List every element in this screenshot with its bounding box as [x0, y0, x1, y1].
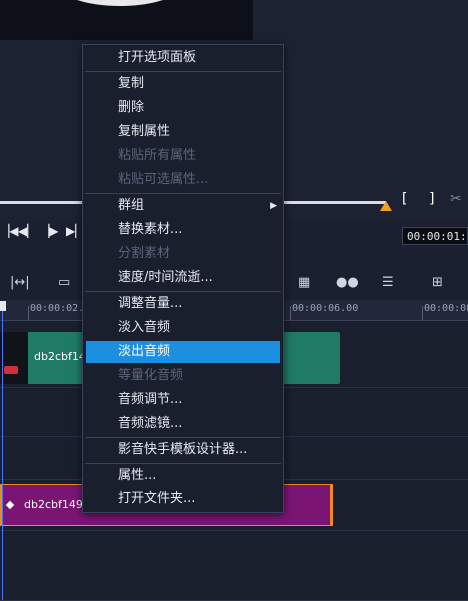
menu-item-copy-attributes[interactable]: 复制属性 — [83, 121, 283, 143]
menu-item-fade-out-audio[interactable]: 淡出音频 — [86, 341, 280, 363]
menu-item-delete[interactable]: 删除 — [83, 97, 283, 119]
menu-item-template-designer[interactable]: 影音快手模板设计器... — [83, 439, 283, 461]
menu-item-group[interactable]: 群组 ▶ — [83, 195, 283, 217]
menu-item-open-folder[interactable]: 打开文件夹... — [83, 488, 283, 510]
menu-separator — [85, 291, 281, 292]
menu-item-open-options[interactable]: 打开选项面板 — [83, 47, 283, 69]
menu-item-speed-time-lapse[interactable]: 速度/时间流逝... — [83, 267, 283, 289]
menu-item-adjust-volume[interactable]: 调整音量... — [83, 293, 283, 315]
menu-item-paste-selectable-attributes: 粘贴可选属性... — [118, 172, 209, 187]
video-clip-label: db2cbf14 — [34, 350, 86, 363]
mark-out-button[interactable]: ] — [428, 191, 436, 207]
prev-icon[interactable]: ▕◀ — [0, 224, 18, 238]
step-forward-icon[interactable]: ▕▶ — [40, 224, 58, 238]
submenu-arrow-icon: ▶ — [270, 201, 277, 211]
menu-item-split-clip: 分割素材 — [118, 246, 171, 261]
step-back-icon[interactable]: ◀▏ — [18, 224, 36, 238]
ruler-tick — [290, 306, 291, 320]
menu-item-copy[interactable]: 复制 — [83, 73, 283, 95]
fit-project-icon[interactable]: |↔| — [10, 275, 30, 290]
menu-item-properties[interactable]: 属性... — [83, 465, 283, 487]
scrub-handle[interactable] — [380, 201, 392, 211]
timecode-display[interactable]: 00:00:01:0 — [402, 227, 468, 245]
preview-window — [0, 0, 253, 40]
menu-separator — [85, 437, 281, 438]
menu-item-normalize-audio: 等量化音频 — [118, 368, 184, 383]
menu-item-audio-filter[interactable]: 音频滤镜... — [83, 413, 283, 435]
preview-side-panel — [253, 0, 468, 40]
title-icon[interactable]: ☰ — [382, 275, 394, 290]
clip-view-icon[interactable]: ▭ — [58, 275, 70, 290]
menu-item-replace-clip[interactable]: 替换素材... — [83, 219, 283, 241]
film-strip-icon[interactable]: ▦ — [298, 275, 310, 290]
menu-item-paste-all-attributes: 粘贴所有属性 — [118, 148, 197, 163]
menu-item-audio-adjust[interactable]: 音频调节... — [83, 389, 283, 411]
menu-separator — [85, 193, 281, 194]
video-thumbnail — [0, 332, 28, 384]
audio-clip-label: db2cbf1497 — [24, 498, 90, 511]
music-track[interactable] — [0, 531, 468, 601]
mark-in-button[interactable]: [ — [400, 191, 408, 207]
menu-item-fade-in-audio[interactable]: 淡入音频 — [83, 317, 283, 339]
menu-separator — [85, 463, 281, 464]
ruler-tick — [28, 306, 29, 320]
mixer-icon[interactable]: ●● — [336, 275, 359, 290]
playhead-handle[interactable] — [0, 301, 6, 311]
ruler-label: 00:00:06.00 — [292, 303, 359, 314]
grid-icon[interactable]: ⊞ — [432, 275, 443, 290]
context-menu: 打开选项面板 复制 删除 复制属性 粘贴所有属性 粘贴可选属性... 群组 ▶ … — [82, 44, 284, 513]
ruler-tick — [422, 306, 423, 320]
ruler-label: 00:00:08 — [424, 303, 468, 314]
menu-item-group-label: 群组 — [118, 198, 145, 213]
playhead-line — [2, 311, 3, 600]
thumbnail-detail — [4, 366, 18, 374]
scissor-icon[interactable]: ✂ — [450, 191, 462, 207]
menu-separator — [85, 71, 281, 72]
